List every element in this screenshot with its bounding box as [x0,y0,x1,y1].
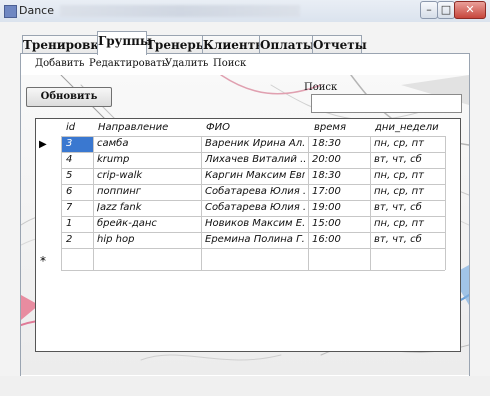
cell-direction[interactable]: krump [97,154,197,165]
cell-days[interactable]: пн, ср, пт [374,186,442,197]
cell-direction[interactable]: брейк-данс [97,218,197,229]
title-bar: Dance – □ ✕ [0,0,490,23]
menu-edit[interactable]: Редактировать [89,58,167,69]
column-header-name[interactable]: ФИО [206,122,230,133]
column-header-id[interactable]: id [66,122,75,133]
cell-direction[interactable]: hip hop [97,234,197,245]
cell-days[interactable]: вт, чт, сб [374,154,442,165]
cell-id[interactable]: 3 [66,138,72,149]
cell-time[interactable]: 17:00 [312,186,368,197]
cell-id[interactable]: 7 [66,202,72,213]
cell-time[interactable]: 18:30 [312,138,368,149]
cell-id[interactable]: 6 [66,186,72,197]
cell-days[interactable]: пн, ср, пт [374,218,442,229]
cell-days[interactable]: пн, ср, пт [374,170,442,181]
column-header-days[interactable]: дни_недели [375,122,439,133]
title-bar-reflection [60,5,300,17]
menu-add[interactable]: Добавить [35,58,84,69]
cell-name[interactable]: Собатарева Юлия ... [205,202,305,213]
cell-days[interactable]: вт, чт, сб [374,202,442,213]
tab-reports[interactable]: Отчеты [312,35,367,54]
cell-name[interactable]: Собатарева Юлия ... [205,186,305,197]
table-row[interactable]: 1 брейк-данс Новиков Максим Е... 15:00 п… [36,216,446,232]
table-row[interactable]: 3 самба Вареник Ирина Ал... 18:30 пн, ср… [36,136,446,152]
table-row[interactable]: 2 hip hop Еремина Полина Г... 16:00 вт, … [36,232,446,248]
cell-direction[interactable]: crip-walk [97,170,197,181]
cell-time[interactable]: 15:00 [312,218,368,229]
column-header-time[interactable]: время [314,122,346,133]
column-header-direction[interactable]: Направление [98,122,168,133]
cell-direction[interactable]: поппинг [97,186,197,197]
cell-name[interactable]: Вареник Ирина Ал... [205,138,305,149]
cell-time[interactable]: 19:00 [312,202,368,213]
cell-id[interactable]: 4 [66,154,72,165]
table-row[interactable]: 4 krump Лихачев Виталий ... 20:00 вт, чт… [36,152,446,168]
cell-days[interactable]: пн, ср, пт [374,138,442,149]
menu-search[interactable]: Поиск [213,58,246,69]
window-bottom-area [0,376,490,396]
cell-name[interactable]: Каргин Максим Евг... [205,170,305,181]
tab-payments[interactable]: Оплаты [259,35,315,54]
app-icon [4,5,17,18]
window-title: Dance [19,4,54,17]
new-row[interactable] [36,248,446,270]
table-row[interactable]: 5 crip-walk Каргин Максим Евг... 18:30 п… [36,168,446,184]
tab-trainings[interactable]: Тренировки [22,35,108,54]
maximize-button[interactable]: □ [437,1,455,19]
cell-name[interactable]: Лихачев Виталий ... [205,154,305,165]
cell-id[interactable]: 1 [66,218,72,229]
table-row[interactable]: 6 поппинг Собатарева Юлия ... 17:00 пн, … [36,184,446,200]
menu-bar: Добавить Редактировать Удалить Поиск [21,54,469,74]
close-button[interactable]: ✕ [454,1,486,19]
groups-data-grid[interactable]: id Направление ФИО время дни_недели ▶ * … [35,118,461,352]
cell-direction[interactable]: Jazz fank [97,202,197,213]
cell-time[interactable]: 16:00 [312,234,368,245]
cell-name[interactable]: Новиков Максим Е... [205,218,305,229]
tab-groups[interactable]: Группы [97,31,152,55]
search-label: Поиск [304,82,338,93]
cell-id[interactable]: 5 [66,170,72,181]
cell-direction[interactable]: самба [97,138,197,149]
refresh-button[interactable]: Обновить [26,87,112,107]
tab-trainers[interactable]: Тренеры [145,35,208,54]
cell-time[interactable]: 20:00 [312,154,368,165]
tab-clients[interactable]: Клиенты [202,35,267,54]
grid-header-row: id Направление ФИО время дни_недели [36,119,460,136]
table-row[interactable]: 7 Jazz fank Собатарева Юлия ... 19:00 вт… [36,200,446,216]
cell-id[interactable]: 2 [66,234,72,245]
minimize-button[interactable]: – [420,1,438,19]
cell-days[interactable]: вт, чт, сб [374,234,442,245]
search-input[interactable] [311,94,462,113]
cell-time[interactable]: 18:30 [312,170,368,181]
menu-delete[interactable]: Удалить [165,58,208,69]
cell-name[interactable]: Еремина Полина Г... [205,234,305,245]
groups-tab-page: Добавить Редактировать Удалить Поиск Пои… [20,53,470,377]
